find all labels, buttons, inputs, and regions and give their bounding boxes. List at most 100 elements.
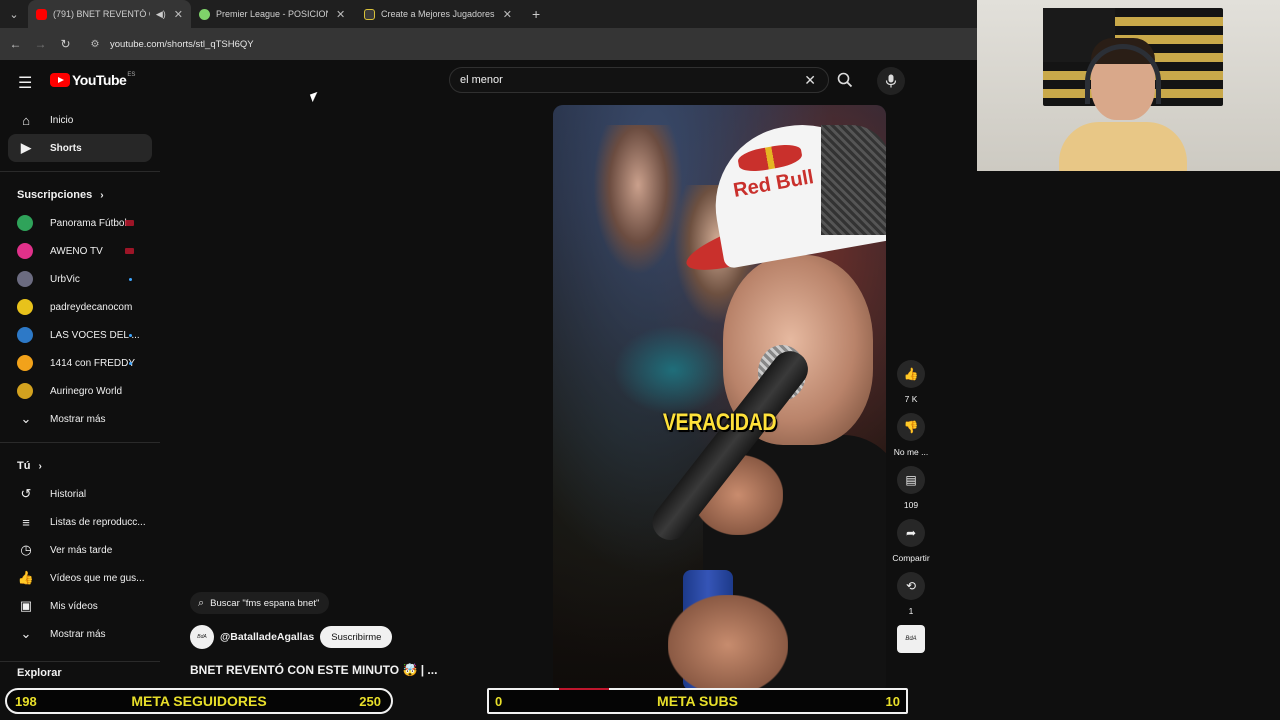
show-more-button[interactable]: ⌄ Mostrar más — [8, 620, 152, 648]
search-icon[interactable] — [831, 67, 859, 93]
comments-action[interactable]: ▤ 109 — [889, 466, 933, 510]
chevron-down-icon: ⌄ — [20, 626, 32, 641]
live-indicator-icon — [125, 220, 134, 226]
dislike-action[interactable]: 👎 No me ... — [889, 413, 933, 457]
chevron-right-icon: › — [100, 189, 104, 201]
search-input[interactable]: el menor ✕ — [449, 67, 829, 93]
site-info-icon[interactable]: ⚙ — [86, 39, 104, 50]
remix-icon[interactable]: ⟲ — [897, 572, 925, 600]
sidebar-item-label: Ver más tarde — [50, 544, 113, 556]
divider — [0, 442, 160, 443]
channel-avatar — [17, 215, 33, 231]
thumbs-down-icon[interactable]: 👎 — [897, 413, 925, 441]
clear-search-icon[interactable]: ✕ — [804, 72, 816, 89]
channel-avatar — [17, 243, 33, 259]
tab-close-icon[interactable]: ✕ — [503, 8, 512, 21]
channel-avatar — [17, 271, 33, 287]
followers-goal: 250 — [359, 693, 381, 709]
sidebar-item-inicio[interactable]: ⌂ Inicio — [8, 106, 152, 134]
menu-icon[interactable]: ☰ — [18, 73, 32, 93]
channel-avatar[interactable]: BdA — [190, 625, 214, 649]
subscription-label: Panorama Fútbol — [50, 217, 127, 229]
subscription-item[interactable]: LAS VOCES DEL ... — [8, 321, 152, 349]
short-actions: 👍 7 K 👎 No me ... ▤ 109 ➦ Compartir ⟲ 1 … — [889, 360, 933, 653]
youtube-logo[interactable]: YouTube ES — [50, 72, 135, 88]
youtube-page: ☰ YouTube ES el menor ✕ ⌂ Inicio ▶ Short… — [0, 60, 977, 720]
tab-close-icon[interactable]: ✕ — [336, 8, 345, 21]
chevron-right-icon: › — [38, 460, 42, 472]
divider — [0, 171, 160, 172]
subscription-label: LAS VOCES DEL ... — [50, 329, 140, 341]
new-tab-icon[interactable]: + — [532, 6, 540, 22]
sidebar-item-watch-later[interactable]: ◷ Ver más tarde — [8, 536, 152, 564]
tab-premier-league[interactable]: Premier League - POSICIONES ✕ — [191, 0, 356, 28]
thumbs-up-icon[interactable]: 👍 — [897, 360, 925, 388]
subs-goal-label: META SUBS — [657, 693, 738, 709]
show-more-button[interactable]: ⌄ Mostrar más — [8, 405, 152, 433]
related-search-chip[interactable]: ⌕ Buscar "fms espana bnet" — [190, 592, 330, 614]
reload-icon[interactable]: ↻ — [53, 37, 78, 51]
video-icon: ▣ — [19, 598, 33, 613]
subscriptions-header[interactable]: Suscripciones › — [0, 181, 160, 209]
video-crowd — [593, 125, 683, 275]
subs-goal: 10 — [885, 693, 900, 709]
microphone-icon[interactable] — [877, 67, 905, 95]
comment-count: 109 — [903, 500, 919, 510]
followers-goal-bar: 198 META SEGUIDORES 250 — [5, 688, 393, 714]
subscription-item[interactable]: Panorama Fútbol — [8, 209, 152, 237]
subscription-item[interactable]: 1414 con FREDDY — [8, 349, 152, 377]
sidebar-item-playlists[interactable]: ≡ Listas de reproducc... — [8, 508, 152, 536]
subscription-item[interactable]: AWENO TV — [8, 237, 152, 265]
youtube-favicon-icon — [36, 8, 47, 20]
related-search-label: Buscar "fms espana bnet" — [210, 597, 320, 609]
back-icon[interactable]: ← — [3, 37, 28, 51]
history-icon: ↺ — [20, 486, 32, 501]
explore-header[interactable]: Explorar — [17, 667, 62, 679]
tab-title: (791) BNET REVENTÓ CON — [53, 9, 150, 19]
sidebar-item-historial[interactable]: ↺ Historial — [8, 480, 152, 508]
channel-row: BdA @BatalladeAgallas Suscribirme — [190, 625, 393, 649]
sidebar-item-liked-videos[interactable]: 👍 Vídeos que me gus... — [8, 564, 152, 592]
subscription-item[interactable]: UrbVic — [8, 265, 152, 293]
remix-action[interactable]: ⟲ 1 — [889, 572, 933, 616]
new-content-dot-icon — [129, 361, 132, 365]
tab-create-jugadores[interactable]: Create a Mejores Jugadores de ✕ — [356, 0, 520, 28]
show-more-label: Mostrar más — [50, 413, 106, 425]
channel-name[interactable]: @BatalladeAgallas — [220, 631, 314, 643]
tab-title: Premier League - POSICIONES — [216, 9, 328, 19]
subscription-item[interactable]: Aurinegro World — [8, 377, 152, 405]
speaker-icon[interactable]: ◀) — [156, 9, 166, 20]
video-hand — [668, 595, 788, 695]
tab-search-chevron-icon[interactable]: ⌄ — [0, 0, 28, 28]
sidebar-item-my-videos[interactable]: ▣ Mis vídeos — [8, 592, 152, 620]
sidebar-item-shorts[interactable]: ▶ Shorts — [8, 134, 152, 162]
subscription-item[interactable]: padreydecanocom — [8, 293, 152, 321]
video-progress-bar[interactable] — [559, 688, 609, 690]
video-crowd — [613, 325, 733, 415]
sidebar-item-label: Shorts — [50, 142, 82, 154]
tab-close-icon[interactable]: ✕ — [174, 8, 183, 21]
divider — [0, 661, 160, 662]
tiermaker-favicon-icon — [364, 8, 375, 20]
share-action[interactable]: ➦ Compartir — [889, 519, 933, 563]
like-action[interactable]: 👍 7 K — [889, 360, 933, 404]
country-code: ES — [127, 72, 136, 78]
sound-thumbnail-icon[interactable]: BdA — [897, 625, 925, 653]
you-header[interactable]: Tú › — [0, 452, 160, 480]
subscribe-button[interactable]: Suscribirme — [320, 626, 393, 648]
home-icon: ⌂ — [22, 112, 30, 128]
tab-youtube[interactable]: (791) BNET REVENTÓ CON ◀) ✕ — [28, 0, 191, 28]
url-field[interactable]: ⚙ youtube.com/shorts/stl_qTSH6QY — [86, 33, 971, 55]
subscription-label: 1414 con FREDDY — [50, 357, 136, 369]
shorts-icon: ▶ — [21, 140, 31, 155]
sidebar-item-label: Historial — [50, 488, 87, 500]
share-label: Compartir — [892, 553, 930, 563]
short-video-player[interactable]: Red Bull VERACIDAD — [553, 105, 886, 695]
youtube-play-icon — [50, 73, 70, 87]
sidebar-item-label: Listas de reproducc... — [50, 516, 146, 528]
share-icon[interactable]: ➦ — [897, 519, 925, 547]
short-title[interactable]: BNET REVENTÓ CON ESTE MINUTO 🤯 | ... — [190, 663, 437, 677]
comment-icon[interactable]: ▤ — [897, 466, 925, 494]
dislike-label: No me ... — [893, 447, 929, 457]
forward-icon[interactable]: → — [28, 37, 53, 51]
